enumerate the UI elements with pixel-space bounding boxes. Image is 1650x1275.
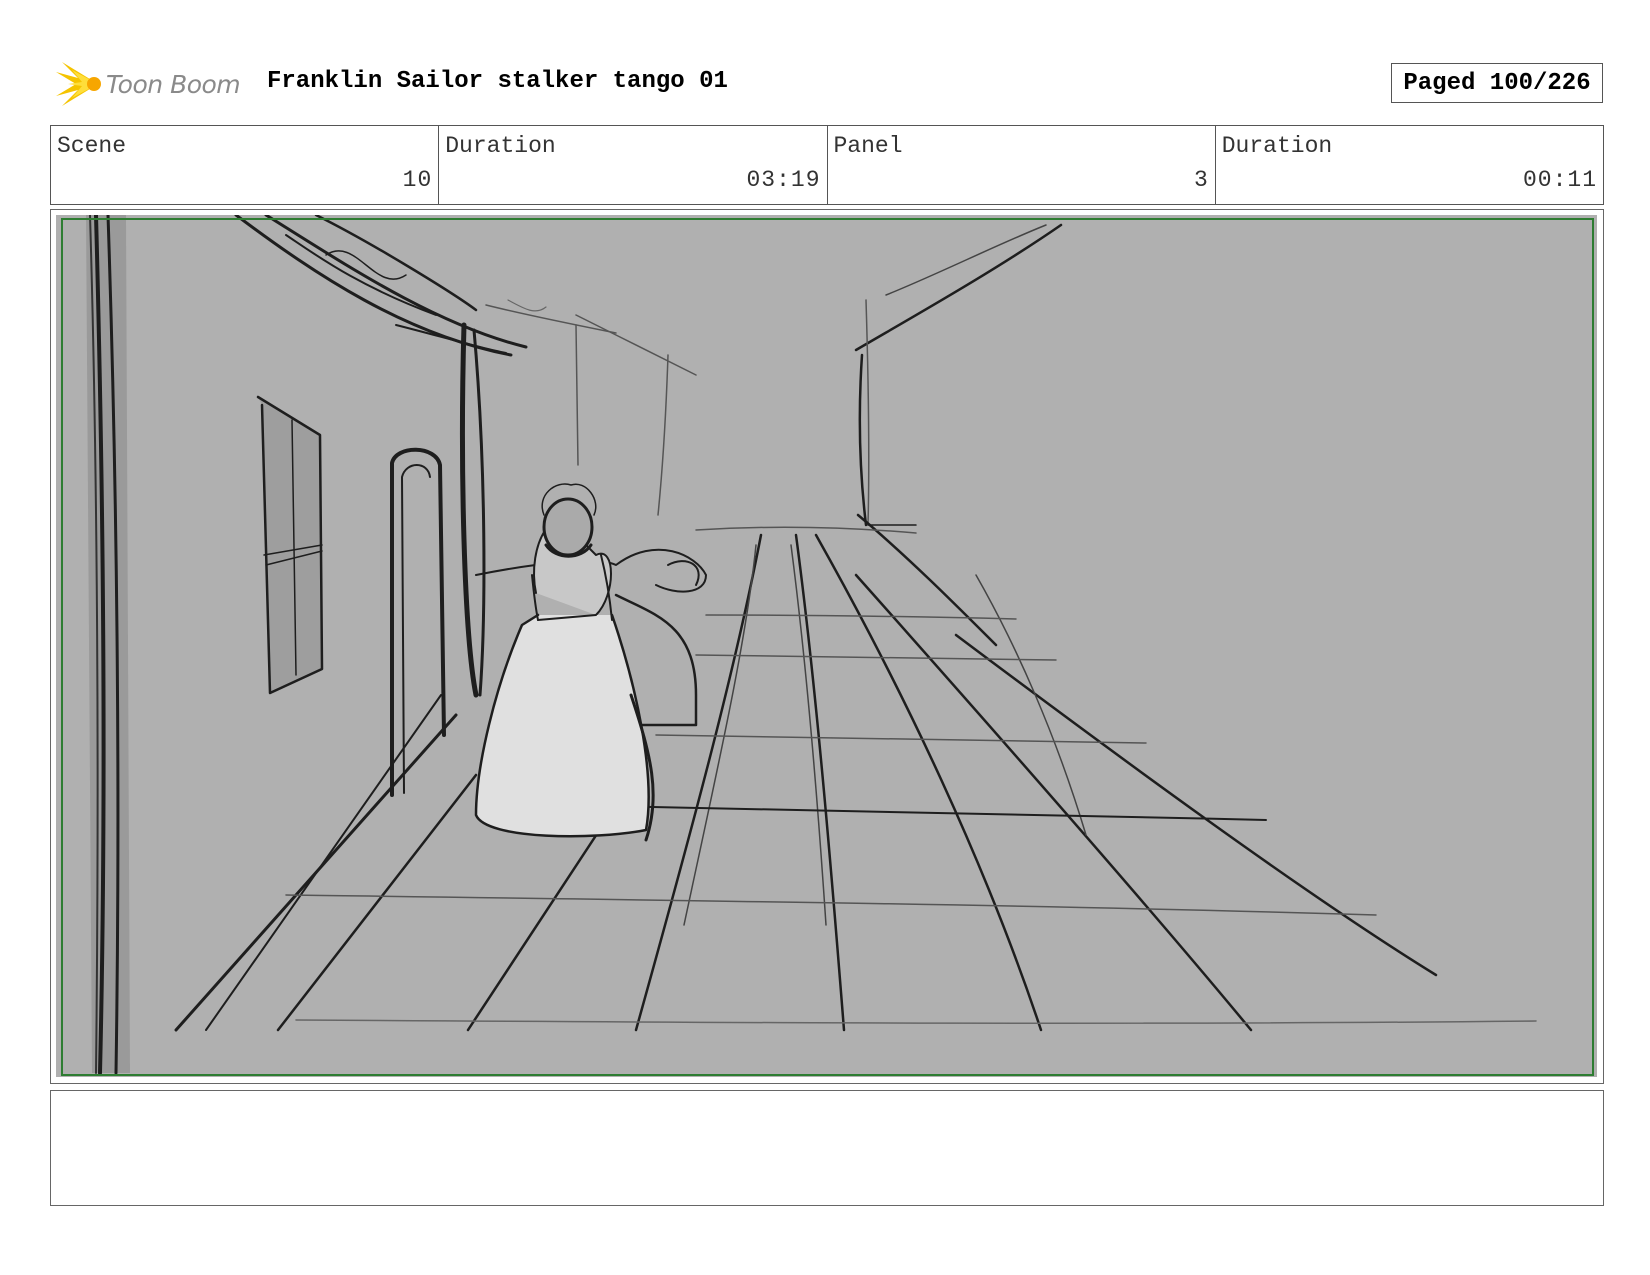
panel-notes[interactable] (50, 1090, 1604, 1206)
starburst-icon (56, 62, 101, 106)
panel-value: 3 (1193, 167, 1209, 193)
scene-value: 10 (402, 167, 433, 193)
panel-duration-cell: Duration 00:11 (1216, 126, 1603, 204)
toon-boom-logo: Toon Boom (54, 58, 241, 110)
scene-duration-cell: Duration 03:19 (439, 126, 828, 204)
storyboard-title: Franklin Sailor stalker tango 01 (267, 68, 728, 95)
scene-cell: Scene 10 (51, 126, 440, 204)
panel-sketch (56, 215, 1597, 1077)
page-counter: Paged 100/226 (1391, 63, 1603, 103)
scene-duration-label: Duration (445, 133, 556, 159)
storyboard-panel (50, 209, 1604, 1084)
panel-cell: Panel 3 (828, 126, 1216, 204)
scene-duration-value: 03:19 (746, 167, 821, 193)
sketch-drawing (86, 215, 1537, 1075)
panel-duration-value: 00:11 (1522, 167, 1597, 193)
panel-duration-label: Duration (1221, 133, 1333, 159)
scene-label: Scene (57, 133, 127, 159)
scene-info-table: Scene 10 Duration 03:19 Panel 3 Duration… (50, 125, 1604, 205)
panel-label: Panel (833, 133, 903, 159)
logo-text: Toon Boom (106, 69, 241, 99)
